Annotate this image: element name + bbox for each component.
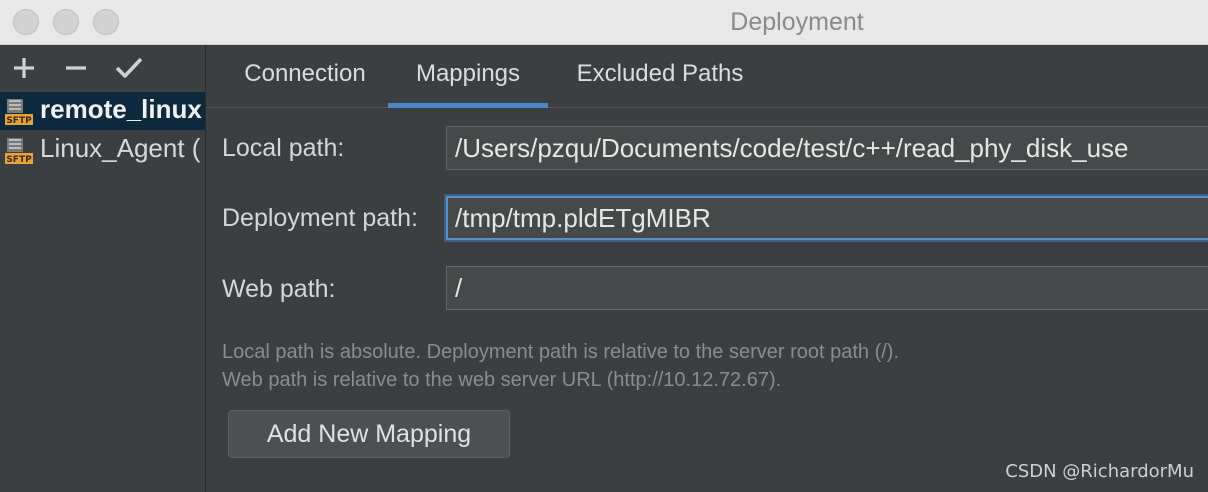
watermark: CSDN @RichardorMu (1005, 461, 1194, 482)
hint-text: Local path is absolute. Deployment path … (222, 341, 900, 363)
deployment-path-input[interactable]: /tmp/tmp.pldETgMIBR (446, 196, 1208, 240)
local-path-label: Local path: (222, 134, 345, 162)
svg-text:SFTP: SFTP (6, 155, 32, 165)
web-path-label: Web path: (222, 275, 336, 303)
hint-text: Web path is relative to the web server U… (222, 369, 782, 391)
web-path-input[interactable]: / (446, 266, 1208, 310)
tab-excluded-paths[interactable]: Excluded Paths (558, 45, 762, 107)
check-icon[interactable] (113, 53, 143, 83)
local-path-input[interactable]: /Users/pzqu/Documents/code/test/c++/read… (446, 126, 1208, 170)
tab-mappings[interactable]: Mappings (388, 45, 548, 108)
plus-icon[interactable] (9, 53, 39, 83)
server-item-linux-agent[interactable]: SFTP Linux_Agent ( (0, 131, 205, 169)
deployment-path-label: Deployment path: (222, 204, 418, 232)
sftp-icon: SFTP (4, 96, 34, 126)
minus-icon[interactable] (61, 53, 91, 83)
server-label: remote_linux (40, 94, 202, 124)
svg-text:SFTP: SFTP (6, 116, 32, 126)
sftp-icon: SFTP (4, 135, 34, 165)
server-item-remote-linux[interactable]: SFTP remote_linux (0, 92, 205, 130)
window-title: Deployment (730, 8, 864, 36)
tab-connection[interactable]: Connection (222, 45, 388, 107)
server-label: Linux_Agent ( (40, 133, 201, 163)
server-sidebar: SFTP remote_linux SFTP Linux_Agent ( (0, 45, 206, 492)
tab-bar: Connection Mappings Excluded Paths (206, 45, 1208, 108)
add-new-mapping-button[interactable]: Add New Mapping (228, 410, 510, 458)
window-titlebar: Deployment (0, 0, 1208, 45)
